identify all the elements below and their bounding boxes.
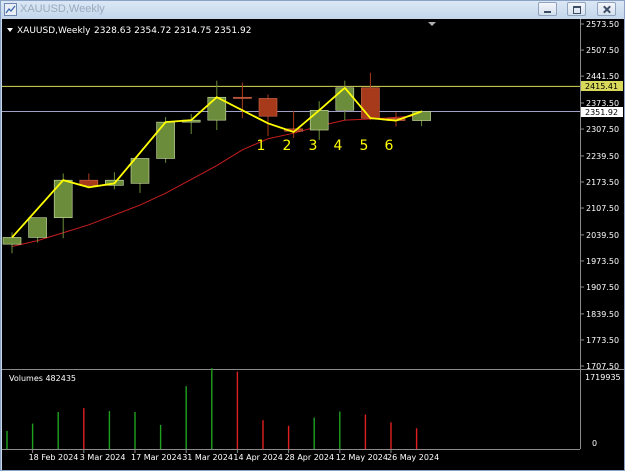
chart-symbol: XAUUSD,Weekly [17, 26, 91, 36]
chart-area[interactable]: 2573.50 2507.50 2441.50 2373.50 2307.50 2239.… [2, 19, 624, 470]
candle-body [79, 179, 99, 186]
candle-body [130, 158, 150, 184]
candle-body [335, 87, 355, 111]
price-tick-label: 1773.50 [586, 336, 619, 345]
minimize-button[interactable] [538, 2, 557, 16]
swing-label-1: 1 [257, 138, 266, 154]
title-bar[interactable]: XAUUSD,Weekly [1, 1, 624, 19]
chart-ohlc: 2328.63 2354.72 2314.75 2351.92 [94, 26, 251, 36]
date-tick-label: 28 Apr 2024 [285, 453, 334, 462]
price-tick-label: 2039.50 [586, 231, 619, 240]
date-tick-label: 17 Mar 2024 [131, 453, 182, 462]
swing-label-6: 6 [385, 138, 394, 154]
price-tick-label: 2307.50 [586, 125, 619, 134]
candle-body [156, 121, 175, 159]
price-tick-label: 1907.50 [586, 283, 619, 292]
candle-body [361, 87, 380, 119]
swing-label-5: 5 [360, 138, 369, 154]
candle-body [233, 96, 252, 99]
price-tick-label: 2573.50 [586, 20, 619, 29]
date-tick-label: 26 May 2024 [387, 453, 439, 462]
maximize-button[interactable] [567, 2, 586, 16]
price-tick-label: 2239.50 [586, 152, 619, 161]
chart-menu-arrow-icon[interactable] [7, 28, 13, 32]
candle-body [258, 98, 278, 117]
candle-body [28, 217, 47, 238]
price-tick-label: 2507.50 [586, 46, 619, 55]
price-tick-label: 1839.50 [586, 310, 619, 319]
candle-body [53, 179, 73, 219]
moving-average-line [11, 114, 422, 248]
date-tick-label: 18 Feb 2024 [29, 453, 79, 462]
swing-label-3: 3 [309, 138, 318, 154]
window-title: XAUUSD,Weekly [20, 3, 105, 15]
maximize-icon [568, 3, 585, 15]
level-tag-2: 2351.92 [585, 108, 618, 117]
chart-window-icon [4, 3, 17, 16]
price-tick-label: 2107.50 [586, 204, 619, 213]
level-tag-1: 2415.41 [585, 82, 618, 91]
swing-label-2: 2 [283, 138, 292, 154]
volume-scale-top: 1719935 [585, 373, 621, 382]
chart-window: XAUUSD,Weekly 2573.50 2507.50 2441.50 2373.… [0, 0, 625, 471]
price-tick-label: 1973.50 [586, 257, 619, 266]
close-button[interactable] [597, 2, 616, 16]
volume-scale-zero: 0 [592, 439, 597, 448]
price-tick-label: 2373.50 [586, 99, 619, 108]
scroll-marker-icon[interactable] [428, 22, 436, 26]
price-tick-label: 1707.50 [586, 362, 619, 371]
price-tick-label: 2441.50 [586, 72, 619, 81]
volume-label: Volumes 482435 [9, 374, 76, 383]
price-chart[interactable]: 2573.50 2507.50 2441.50 2373.50 2307.50 2239.… [2, 19, 624, 470]
date-tick-label: 31 Mar 2024 [182, 453, 233, 462]
date-tick-label: 3 Mar 2024 [80, 453, 126, 462]
date-tick-label: 12 May 2024 [336, 453, 388, 462]
candle-body [309, 109, 329, 131]
candle-body [2, 237, 22, 245]
date-tick-label: 14 Apr 2024 [233, 453, 282, 462]
minimize-icon [539, 3, 556, 15]
price-tick-label: 2173.50 [586, 178, 619, 187]
close-icon [598, 3, 615, 15]
swing-label-4: 4 [334, 138, 343, 154]
